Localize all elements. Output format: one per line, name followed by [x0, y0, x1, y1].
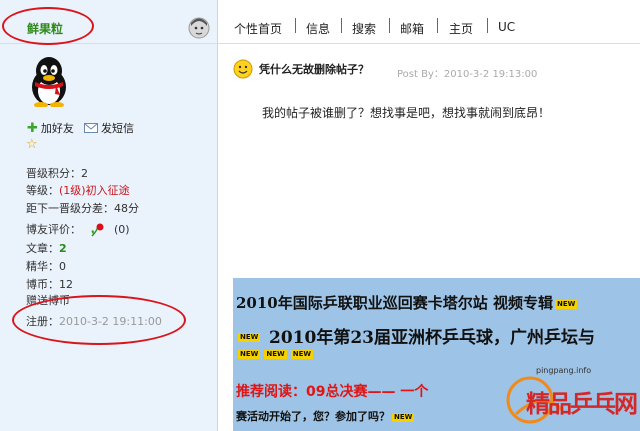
new-badge-row: NEW NEW NEW	[236, 350, 314, 359]
level-points-row: 晋级积分：2	[26, 167, 88, 180]
nav-homepage[interactable]: 主页	[449, 20, 473, 37]
nav-divider	[341, 18, 342, 33]
new-badge: NEW	[238, 333, 261, 342]
nav-home[interactable]: 个性首页	[234, 20, 282, 37]
nav-divider	[437, 18, 438, 33]
envelope-icon	[84, 123, 98, 133]
nav-search[interactable]: 搜索	[352, 20, 376, 37]
post-header: 凭什么无故删除帖子？	[233, 59, 369, 79]
ad-recommended-reading[interactable]: 推荐阅读：09总决赛—— 一个	[236, 381, 428, 401]
star-icon: ☆	[26, 137, 38, 152]
rating-row: 博友评价： (0)	[26, 223, 130, 237]
ad-headline-2[interactable]: 2010年第23届亚洲杯乒乓球，广州乒坛与	[269, 323, 595, 348]
nav-divider	[487, 18, 488, 33]
next-level-row: 距下一晋级分差：48分	[26, 202, 139, 215]
post-body: 我的帖子被谁删了？想找事是吧，想找事就闹到底昂！	[262, 106, 551, 120]
post-meta: Post By：2010-3-2 19:13:00	[397, 69, 538, 80]
send-message-label: 发短信	[101, 122, 134, 135]
new-badge-row: NEW	[236, 333, 261, 342]
site-logo-text: 精品乒乓网	[526, 389, 638, 418]
smiley-icon	[233, 59, 253, 79]
new-badge: NEW	[392, 412, 415, 422]
plus-icon: ✚	[27, 120, 38, 136]
ad-event-link[interactable]: 赛活动开始了，您？参加了吗？ NEW	[236, 408, 415, 424]
annotation-circle-username	[2, 7, 94, 45]
annotation-circle-register	[12, 295, 186, 345]
new-badge: NEW	[264, 350, 287, 359]
user-face-icon[interactable]	[188, 17, 210, 39]
rank-value: (1级)初入征途	[59, 184, 130, 197]
post-title[interactable]: 凭什么无故删除帖子？	[259, 61, 369, 77]
nav-mailbox[interactable]: 邮箱	[400, 20, 424, 37]
nav-divider	[389, 18, 390, 33]
coins-row: 博币：12	[26, 278, 73, 291]
new-badge: NEW	[554, 299, 578, 309]
add-friend-button[interactable]: ✚ 加好友	[27, 120, 74, 136]
flower-icon[interactable]	[89, 223, 107, 237]
add-friend-label: 加好友	[40, 122, 74, 135]
articles-row: 文章：2	[26, 242, 67, 255]
qq-penguin-avatar	[32, 57, 66, 107]
ad-headline-1[interactable]: 2010年国际乒联职业巡回赛卡塔尔站 视频专辑 NEW	[236, 292, 578, 313]
send-message-button[interactable]: 发短信	[84, 121, 134, 135]
new-badge: NEW	[290, 350, 314, 359]
rank-row: 等级：(1级)初入征途	[26, 184, 130, 197]
featured-row: 精华：0	[26, 260, 66, 273]
nav-info[interactable]: 信息	[306, 20, 330, 37]
nav-uc[interactable]: UC	[498, 20, 515, 34]
new-badge: NEW	[238, 350, 261, 359]
nav-divider	[295, 18, 296, 33]
